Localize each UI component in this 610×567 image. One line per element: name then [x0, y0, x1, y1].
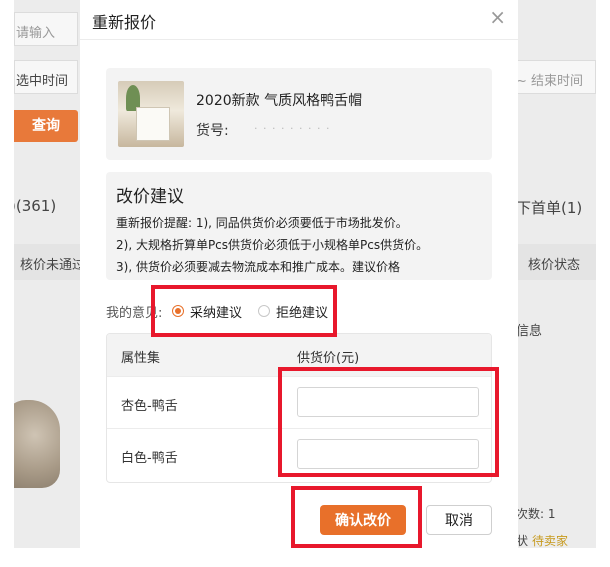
header-supply-price: 供货价(元) — [297, 351, 360, 366]
suggestion-line: 重新报价提醒: 1), 同品供货价必须要低于市场批发价。 — [116, 216, 408, 230]
product-thumbnail-icon — [118, 81, 184, 147]
opinion-label: 我的意见: — [106, 306, 163, 321]
select-time-label: 选中时间 — [16, 74, 69, 89]
row-attribute: 杏色-鸭舌 — [121, 399, 178, 414]
product-sku-value: · · · · · · · · · — [254, 122, 331, 135]
dialog-title: 重新报价 — [92, 13, 157, 32]
times-count: 次数: 1 — [516, 507, 556, 521]
table-header: 属性集 供货价(元) — [107, 334, 491, 376]
header-attribute-set: 属性集 — [121, 351, 161, 366]
product-sku-label: 货号: — [196, 123, 229, 139]
status-value: 待卖家 — [532, 534, 569, 548]
reject-suggestion-label[interactable]: 拒绝建议 — [276, 302, 328, 321]
row-attribute: 白色-鸭舌 — [121, 451, 178, 466]
dialog-header: 重新报价 × — [80, 0, 518, 40]
tab-count[interactable]: )(361) — [14, 197, 56, 215]
col-info: 信息 — [516, 324, 543, 339]
reprice-dialog: 重新报价 × 2020新款 气质风格鸭舌帽 货号: · · · · · · · … — [80, 0, 518, 548]
suggestion-line: 3), 供货价必须要减去物流成本和推广成本。建议价格 — [116, 260, 400, 274]
background-product-image — [14, 400, 60, 488]
price-table: 属性集 供货价(元) 杏色-鸭舌 白色-鸭舌 — [106, 333, 492, 483]
end-time-label: ~ 结束时间 — [516, 74, 584, 89]
supply-price-input[interactable] — [297, 439, 479, 469]
background-right-panel: ~ 结束时间 下首单(1) 核价状态 信息 次数: 1 状 待卖家 — [514, 0, 596, 548]
col-price-status: 核价状态 — [528, 258, 581, 273]
product-card: 2020新款 气质风格鸭舌帽 货号: · · · · · · · · · — [106, 68, 492, 160]
confirm-reprice-button[interactable]: 确认改价 — [320, 505, 406, 535]
tab-unapproved[interactable]: 核价未通过 — [20, 254, 85, 273]
opinion-group: 我的意见: 采纳建议 拒绝建议 — [106, 300, 406, 324]
suggestion-title: 改价建议 — [116, 187, 184, 207]
cancel-button[interactable]: 取消 — [426, 505, 492, 535]
table-row: 杏色-鸭舌 — [107, 376, 491, 428]
table-row: 白色-鸭舌 — [107, 428, 491, 480]
accept-suggestion-radio[interactable] — [172, 305, 184, 317]
suggestion-line: 2), 大规格折算单Pcs供货价必须低于小规格单Pcs供货价。 — [116, 238, 429, 252]
tab-first-order[interactable]: 下首单(1) — [516, 197, 582, 218]
query-button[interactable]: 查询 — [14, 110, 78, 142]
close-icon[interactable]: × — [489, 7, 506, 27]
search-placeholder: 请输入 — [16, 26, 56, 41]
accept-suggestion-label[interactable]: 采纳建议 — [190, 302, 242, 321]
reject-suggestion-radio[interactable] — [258, 305, 270, 317]
price-suggestion-card: 改价建议 重新报价提醒: 1), 同品供货价必须要低于市场批发价。 2), 大规… — [106, 172, 492, 280]
background-left-panel: 请输入 选中时间 查询 )(361) 核价未通过 — [14, 0, 596, 548]
supply-price-input[interactable] — [297, 387, 479, 417]
product-name: 2020新款 气质风格鸭舌帽 — [196, 93, 363, 109]
cabinet-shape — [136, 107, 170, 141]
